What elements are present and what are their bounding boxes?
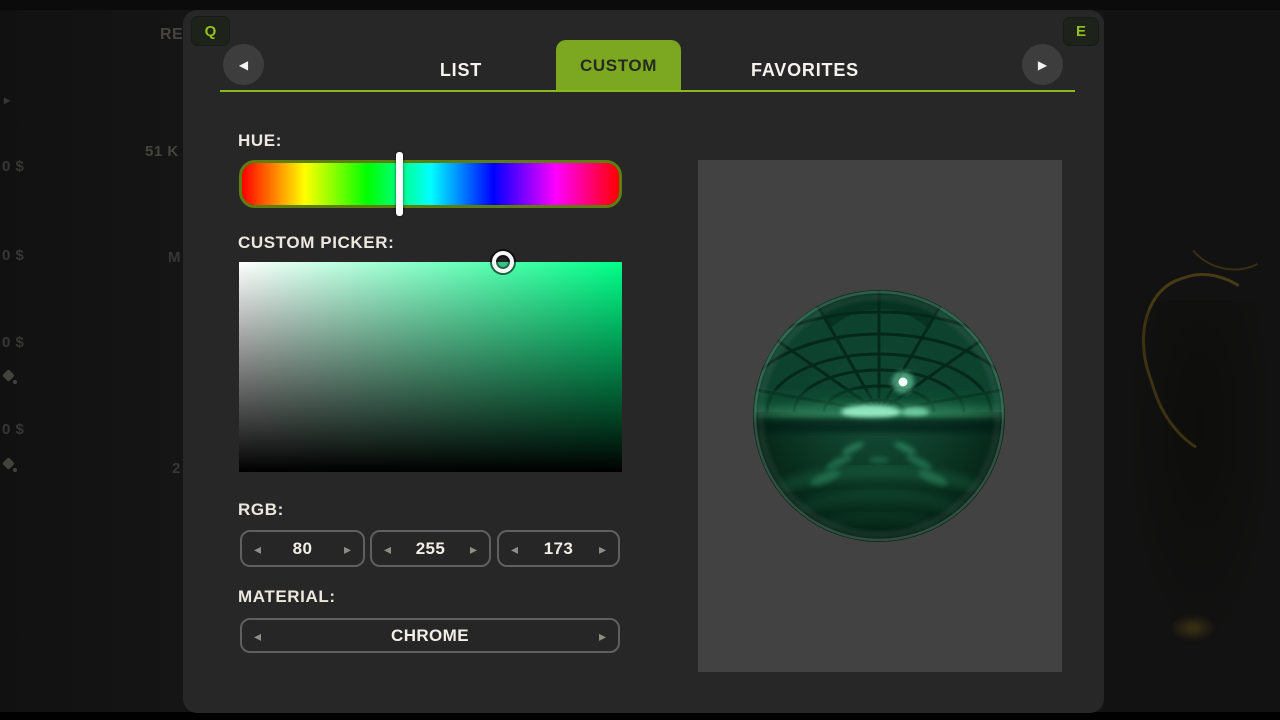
material-preview-sphere xyxy=(753,290,1005,542)
green-value: 255 xyxy=(416,539,446,559)
red-increase-icon[interactable]: ▸ xyxy=(344,542,351,556)
hue-slider[interactable] xyxy=(239,160,622,208)
next-tab-button[interactable]: ▶ xyxy=(1022,44,1063,85)
material-label: MATERIAL: xyxy=(238,587,336,607)
material-preview-panel xyxy=(698,160,1062,672)
red-value: 80 xyxy=(293,539,313,559)
hud-arrow-icon: ▸ xyxy=(4,93,11,107)
hud-price-3: 0 $ xyxy=(2,421,24,438)
red-value-stepper[interactable]: ◂ 80 ▸ xyxy=(240,530,365,567)
blue-value: 173 xyxy=(544,539,574,559)
arrow-left-icon: ◀ xyxy=(239,58,248,72)
hue-slider-handle[interactable] xyxy=(396,152,403,216)
color-customization-modal: Q E ◀ ▶ LIST CUSTOM FAVORITES HUE: CUSTO… xyxy=(183,10,1104,713)
sphere-render xyxy=(753,290,1005,542)
material-stepper[interactable]: ◂ CHROME ▸ xyxy=(240,618,620,653)
hud-price-0: 0 $ xyxy=(2,158,24,175)
hud-price-1: 0 $ xyxy=(2,247,24,264)
game-screen: RE 51 K ▸ 0 $ M 0 $ 0 $ 0 $ 2 Q E ◀ ▶ LI… xyxy=(0,0,1280,720)
green-increase-icon[interactable]: ▸ xyxy=(470,542,477,556)
hud-tag-2: 2 xyxy=(172,460,181,477)
material-prev-icon[interactable]: ◂ xyxy=(254,629,261,643)
saturation-value-picker[interactable] xyxy=(239,262,622,472)
blue-increase-icon[interactable]: ▸ xyxy=(599,542,606,556)
rgb-label: RGB: xyxy=(238,500,284,520)
motorcycle-glow xyxy=(1170,615,1216,641)
hud-tag-m: M xyxy=(168,249,181,266)
paint-spray-icon-2 xyxy=(3,458,17,472)
hotkey-e-label: E xyxy=(1076,23,1086,40)
tab-custom-label: CUSTOM xyxy=(580,56,657,76)
green-value-stepper[interactable]: ◂ 255 ▸ xyxy=(370,530,491,567)
green-decrease-icon[interactable]: ◂ xyxy=(384,542,391,556)
prev-tab-button[interactable]: ◀ xyxy=(223,44,264,85)
material-value: CHROME xyxy=(391,626,469,646)
blue-value-stepper[interactable]: ◂ 173 ▸ xyxy=(497,530,620,567)
background-left-shade xyxy=(0,0,183,720)
red-decrease-icon[interactable]: ◂ xyxy=(254,542,261,556)
blue-decrease-icon[interactable]: ◂ xyxy=(511,542,518,556)
hotkey-q-badge: Q xyxy=(192,17,229,45)
background-top-strip xyxy=(0,0,1280,10)
tab-favorites[interactable]: FAVORITES xyxy=(730,60,880,81)
background-bottom-strip xyxy=(0,712,1280,720)
saturation-value-handle[interactable] xyxy=(492,251,514,273)
tab-custom[interactable]: CUSTOM xyxy=(556,40,681,92)
arrow-right-icon: ▶ xyxy=(1038,58,1047,72)
hud-truncated-title: RE xyxy=(160,26,183,44)
tab-underline xyxy=(220,90,1075,92)
custom-picker-label: CUSTOM PICKER: xyxy=(238,233,394,253)
hud-price-2: 0 $ xyxy=(2,334,24,351)
hud-balance: 51 K xyxy=(145,143,179,160)
hotkey-e-badge: E xyxy=(1064,18,1098,45)
material-next-icon[interactable]: ▸ xyxy=(599,629,606,643)
tab-list[interactable]: LIST xyxy=(401,60,521,81)
hotkey-q-label: Q xyxy=(205,23,217,40)
hue-label: HUE: xyxy=(238,131,282,151)
paint-spray-icon xyxy=(3,370,17,384)
